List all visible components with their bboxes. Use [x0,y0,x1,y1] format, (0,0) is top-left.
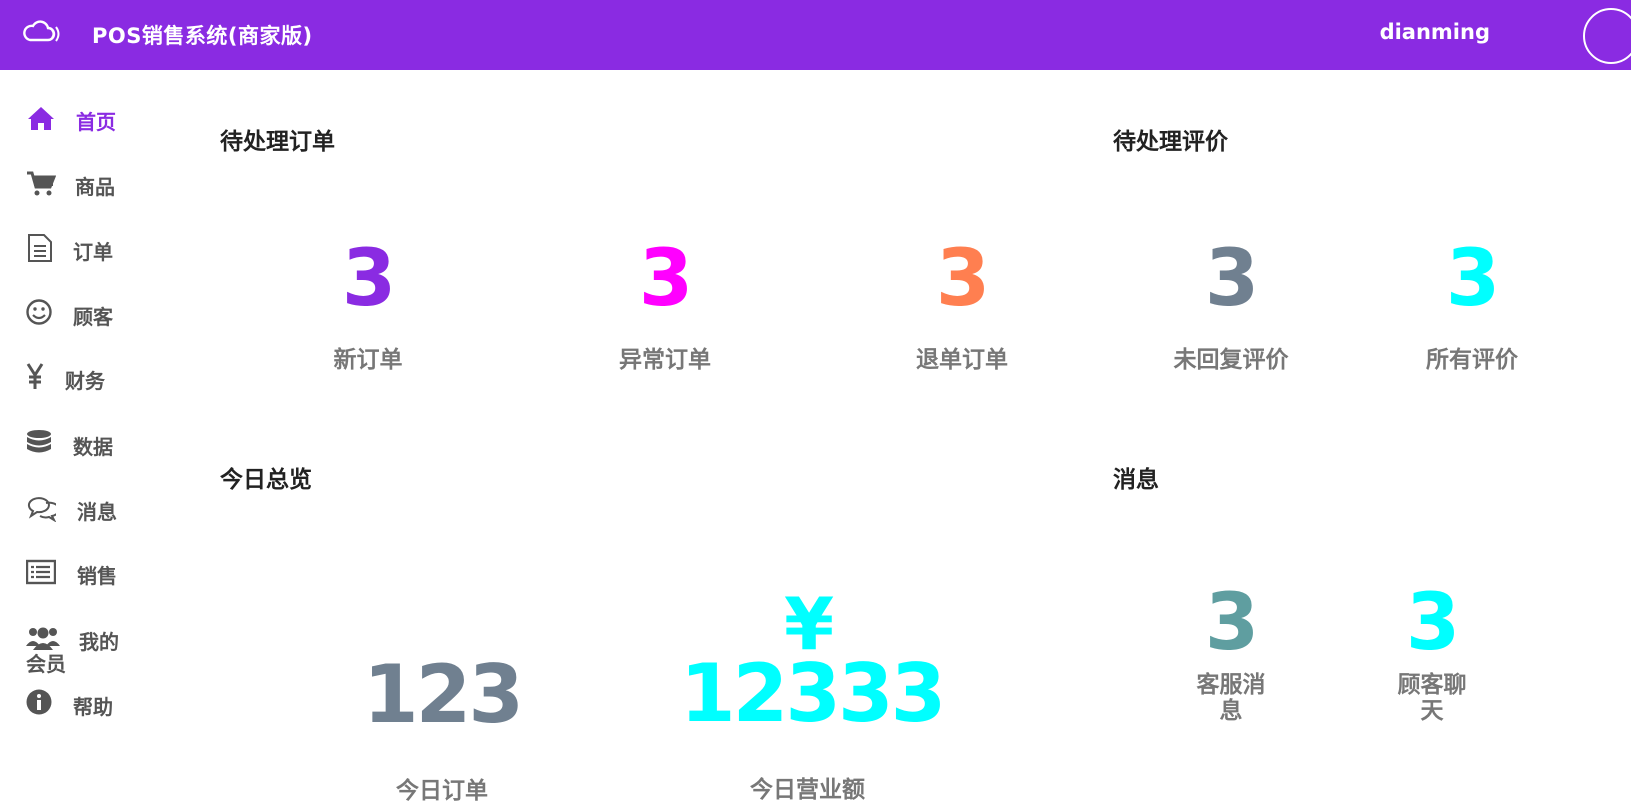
sidebar-item-label: 订单 [73,240,113,264]
stat-label-line2: 息 [1219,698,1243,724]
cart-icon [27,171,56,196]
sidebar-item-label: 财务 [65,369,105,393]
sidebar-item-data[interactable]: 数据 [26,423,166,463]
stat-value: 12333 [680,647,946,740]
document-icon [28,234,52,262]
sidebar-item-products[interactable]: 商品 [26,163,166,203]
section-title-pending-reviews: 待处理评价 [1113,129,1228,155]
stat-value: 3 [341,234,396,324]
stat-value: 3 [935,234,990,324]
sidebar-item-customers[interactable]: 顾客 [26,293,166,333]
stat-today-revenue[interactable]: ¥ 12333 今日营业额 [680,588,946,804]
sidebar-item-label: 消息 [77,500,117,524]
sidebar-item-help[interactable]: 帮助 [26,683,166,723]
stat-abnormal-orders[interactable]: 3 异常订单 [575,240,755,374]
sidebar-item-home[interactable]: 首页 [26,98,166,138]
stat-label: 今日营业额 [750,777,865,803]
sidebar-item-label: 我的 [79,630,119,654]
stat-unreplied-reviews[interactable]: 3 未回复评价 [1141,240,1321,374]
stat-label: 未回复评价 [1173,347,1289,373]
sidebar-item-label: 数据 [73,435,113,459]
sidebar-item-label-line2: 会员 [26,652,66,676]
info-icon [26,689,52,715]
stat-label: 退单订单 [916,347,1008,373]
stat-service-messages[interactable]: 3 客服消 息 [1141,584,1321,724]
stat-label: 顾客聊 天 [1342,672,1522,724]
sidebar-item-my-members[interactable]: 我的 会员 [26,618,166,676]
sidebar-item-finance[interactable]: 财务 [26,357,166,397]
stat-customer-chat[interactable]: 3 顾客聊 天 [1342,584,1522,724]
database-icon [27,430,51,453]
sidebar-item-label: 销售 [77,564,117,588]
app-title: POS销售系统(商家版) [92,24,313,48]
username[interactable]: dianming [1380,20,1490,44]
stat-label: 异常订单 [619,347,711,373]
sidebar-item-orders[interactable]: 订单 [26,228,166,268]
top-bar: POS销售系统(商家版) dianming [0,0,1631,70]
stat-today-orders[interactable]: 123 今日订单 [332,655,552,805]
sidebar-item-label: 顾客 [73,305,113,329]
sidebar-item-label: 首页 [76,110,116,134]
section-title-messages: 消息 [1113,467,1159,493]
stat-all-reviews[interactable]: 3 所有评价 [1382,240,1562,374]
chat-icon [27,497,56,522]
stat-value: 3 [638,234,693,324]
sidebar: 首页 商品 订单 顾客 财务 数据 消息 销售 我的 会员 帮助 [0,70,180,811]
stat-value: 3 [1445,234,1500,324]
avatar[interactable] [1583,8,1631,64]
stat-label: 新订单 [333,347,403,373]
cloud-signal-icon [23,20,60,42]
stat-label: 所有评价 [1426,347,1518,373]
sidebar-item-label: 商品 [75,175,115,199]
sidebar-item-label: 帮助 [73,695,113,719]
stat-label: 客服消 息 [1141,672,1321,724]
home-icon [28,107,54,130]
smile-icon [26,299,52,325]
section-title-today-overview: 今日总览 [220,467,312,493]
stat-label-line1: 顾客聊 [1397,672,1467,698]
stat-label-line2: 天 [1420,698,1444,724]
stat-value: 123 [363,648,524,741]
stat-label: 今日订单 [396,778,488,804]
stat-label-line1: 客服消 [1196,672,1266,698]
sidebar-item-messages[interactable]: 消息 [26,488,166,528]
yen-icon [26,363,44,389]
stat-refund-orders[interactable]: 3 退单订单 [872,240,1052,374]
stat-new-orders[interactable]: 3 新订单 [278,240,458,374]
list-icon [26,559,56,585]
section-title-pending-orders: 待处理订单 [220,129,335,155]
stat-value: 3 [1204,578,1259,668]
sidebar-item-sales[interactable]: 销售 [26,552,166,592]
stat-value: 3 [1405,578,1460,668]
stat-value: 3 [1204,234,1259,324]
